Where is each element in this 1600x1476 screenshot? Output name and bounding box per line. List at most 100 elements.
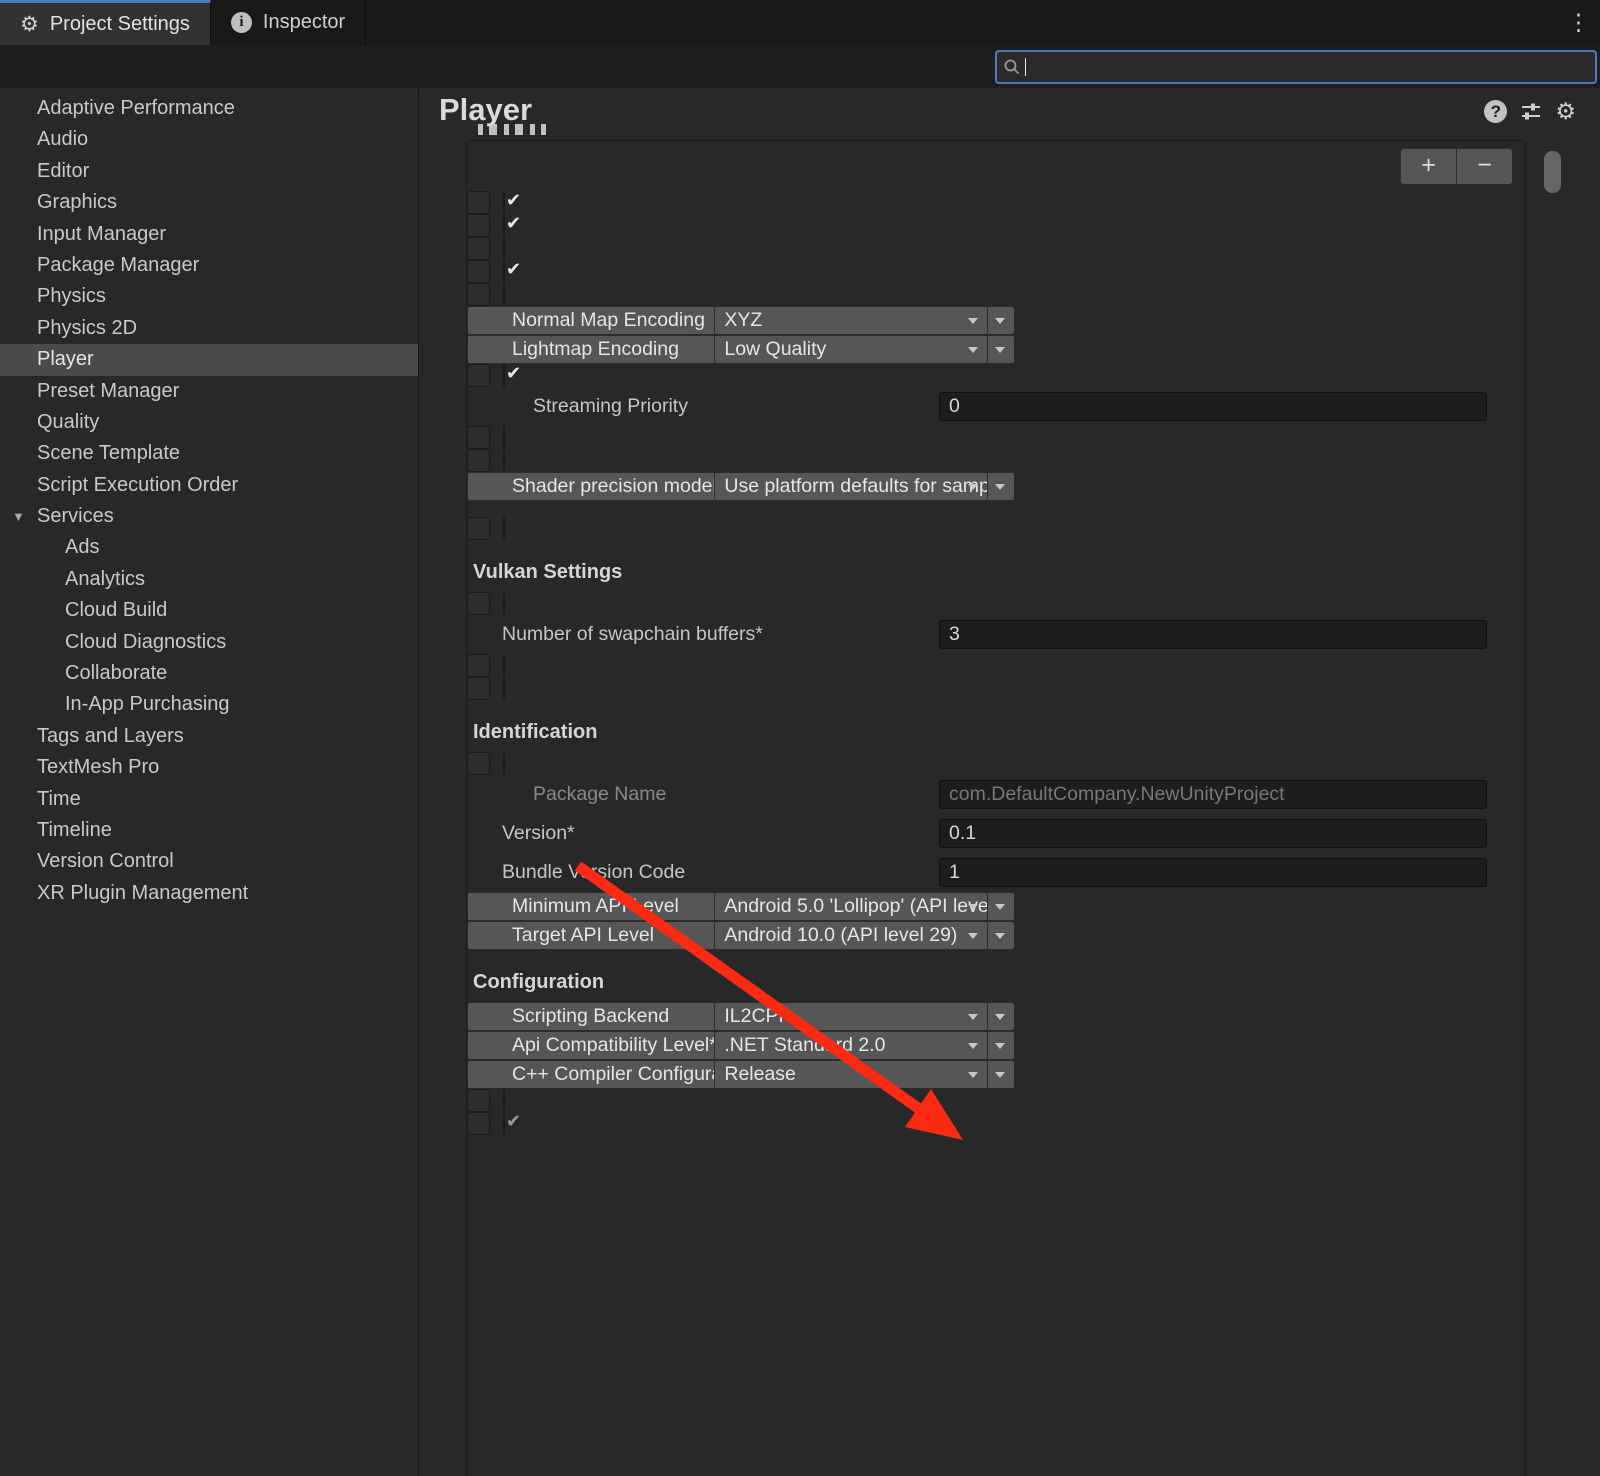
sidebar-item-graphics[interactable]: Graphics: [0, 187, 418, 218]
sidebar-item-version-control[interactable]: Version Control: [0, 846, 418, 877]
setting-row-bundle-version-code: Bundle Version Code1: [467, 853, 1525, 892]
section-configuration: Configuration: [467, 963, 1525, 1002]
checkbox-multithreaded-rendering[interactable]: [503, 191, 505, 214]
sidebar-item-audio[interactable]: Audio: [0, 124, 418, 155]
sidebar-item-timeline[interactable]: Timeline: [0, 815, 418, 846]
sidebar-item-label: Package Manager: [37, 254, 199, 276]
setting-row-srgb-write-mode: SRGB Write Mode*: [467, 592, 490, 615]
sidebar-item-collaborate[interactable]: Collaborate: [0, 658, 418, 689]
page-title: Player: [439, 92, 532, 128]
checkbox-virtual-texturing[interactable]: [503, 449, 505, 472]
input-number-of-swapchain-buffers[interactable]: 3: [939, 620, 1487, 649]
sidebar-item-physics-2d[interactable]: Physics 2D: [0, 313, 418, 344]
setting-row-package-name: Package Namecom.DefaultCompany.NewUnityP…: [467, 775, 1525, 814]
sidebar-item-package-manager[interactable]: Package Manager: [0, 250, 418, 281]
dropdown-api-compatibility-level[interactable]: .NET Standard 2.0: [714, 1031, 988, 1060]
presets-icon[interactable]: [1519, 99, 1543, 123]
sidebar-item-tags-and-layers[interactable]: Tags and Layers: [0, 721, 418, 752]
sidebar-item-analytics[interactable]: Analytics: [0, 564, 418, 595]
checkbox-assembly-version-validation[interactable]: [503, 1112, 505, 1135]
setting-label: Bundle Version Code: [502, 861, 939, 884]
dropdown-minimum-api-level[interactable]: Android 5.0 'Lollipop' (API level 21): [714, 892, 988, 921]
checkbox-frame-timing-stats[interactable]: [503, 426, 505, 449]
sidebar-item-script-execution-order[interactable]: Script Execution Order: [0, 470, 418, 501]
input-bundle-version-code[interactable]: 1: [939, 858, 1487, 887]
foldout-triangle-icon[interactable]: ▼: [12, 501, 25, 532]
player-settings-panel: Player ? ⚙ + − Multithreaded Rendering*S…: [420, 88, 1600, 1476]
gear-icon[interactable]: ⚙: [1555, 100, 1576, 123]
setting-row-target-api-level: Target API LevelAndroid 10.0 (API level …: [467, 921, 1015, 950]
dropdown-normal-map-encoding[interactable]: XYZ: [714, 306, 988, 335]
sidebar-item-label: Player: [37, 348, 94, 370]
sidebar-item-editor[interactable]: Editor: [0, 156, 418, 187]
setting-row-streaming-priority: Streaming Priority0: [467, 387, 1525, 426]
checkbox-graphics-jobs-experimental[interactable]: [503, 283, 505, 306]
sidebar-item-ads[interactable]: Ads: [0, 532, 418, 563]
tab-project-settings[interactable]: ⚙ Project Settings: [0, 0, 211, 45]
dropdown-c-compiler-configuration[interactable]: Release: [714, 1060, 988, 1089]
checkbox-360-stereo-capture[interactable]: [503, 517, 505, 540]
setting-label: Number of swapchain buffers*: [502, 623, 939, 646]
text-cursor: [1025, 58, 1026, 76]
checkbox-apply-display-rotation-during-rendering[interactable]: [503, 677, 505, 700]
sidebar-item-label: TextMesh Pro: [37, 756, 159, 778]
dropdown-scripting-backend[interactable]: IL2CPP: [714, 1002, 988, 1031]
sidebar-item-label: Ads: [65, 536, 99, 558]
setting-label: Scripting Backend: [512, 1003, 714, 1030]
sidebar-item-label: XR Plugin Management: [37, 882, 248, 904]
gear-icon: ⚙: [20, 12, 39, 37]
sidebar-item-cloud-diagnostics[interactable]: Cloud Diagnostics: [0, 627, 418, 658]
remove-button[interactable]: −: [1456, 148, 1513, 185]
kebab-menu-icon[interactable]: ⋮: [1557, 0, 1600, 45]
checkbox-srgb-write-mode[interactable]: [503, 592, 505, 615]
sidebar-item-input-manager[interactable]: Input Manager: [0, 219, 418, 250]
checkbox-static-batching[interactable]: [503, 214, 505, 237]
tab-label: Project Settings: [50, 13, 190, 36]
clipped-scrolled-text: [478, 124, 546, 135]
section-vulkan-settings: Vulkan Settings: [467, 553, 1525, 592]
dropdown-shader-precision-model[interactable]: Use platform defaults for sampler precis…: [714, 472, 988, 501]
setting-label: Normal Map Encoding: [512, 307, 714, 334]
checkbox-dynamic-batching[interactable]: [503, 237, 505, 260]
section-header: Vulkan Settings: [473, 561, 910, 584]
sidebar-item-quality[interactable]: Quality: [0, 407, 418, 438]
input-version[interactable]: 0.1: [939, 819, 1487, 848]
checkbox-compute-skinning[interactable]: [503, 260, 505, 283]
checkbox-override-default-package-name[interactable]: [503, 752, 505, 775]
checkbox-acquire-swapchain-image-late-as-possible[interactable]: [503, 654, 505, 677]
sidebar-item-adaptive-performance[interactable]: Adaptive Performance: [0, 93, 418, 124]
sidebar-item-services[interactable]: ▼Services: [0, 501, 418, 532]
help-icon[interactable]: ?: [1484, 100, 1507, 123]
add-button[interactable]: +: [1400, 148, 1456, 185]
sidebar-item-cloud-build[interactable]: Cloud Build: [0, 595, 418, 626]
search-input[interactable]: [995, 50, 1597, 84]
dropdown-target-api-level[interactable]: Android 10.0 (API level 29): [714, 921, 988, 950]
vertical-scrollbar-thumb[interactable]: [1544, 151, 1561, 193]
setting-label: C++ Compiler Configuration: [512, 1061, 714, 1088]
setting-row-minimum-api-level: Minimum API LevelAndroid 5.0 'Lollipop' …: [467, 892, 1015, 921]
sidebar-item-scene-template[interactable]: Scene Template: [0, 438, 418, 469]
sidebar-item-in-app-purchasing[interactable]: In-App Purchasing: [0, 689, 418, 720]
input-package-name[interactable]: com.DefaultCompany.NewUnityProject: [939, 780, 1487, 809]
sidebar-item-label: Version Control: [37, 850, 174, 872]
sidebar-item-time[interactable]: Time: [0, 784, 418, 815]
sidebar-item-textmesh-pro[interactable]: TextMesh Pro: [0, 752, 418, 783]
setting-row-graphics-jobs-experimental: Graphics Jobs (Experimental): [467, 283, 490, 306]
sidebar-item-label: Analytics: [65, 568, 145, 590]
sidebar-item-preset-manager[interactable]: Preset Manager: [0, 376, 418, 407]
checkbox-lightmap-streaming[interactable]: [503, 364, 505, 387]
checkbox-use-incremental-gc[interactable]: [503, 1089, 505, 1112]
setting-row-apply-display-rotation-during-rendering: Apply display rotation during rendering: [467, 677, 490, 700]
window-tabbar: ⚙ Project Settings i Inspector ⋮: [0, 0, 1600, 46]
setting-label: Minimum API Level: [512, 893, 714, 920]
sidebar-item-label: Editor: [37, 160, 89, 182]
sidebar-item-physics[interactable]: Physics: [0, 281, 418, 312]
input-streaming-priority[interactable]: 0: [939, 392, 1487, 421]
sidebar-item-player[interactable]: Player: [0, 344, 418, 375]
search-icon: [1003, 58, 1021, 76]
dropdown-lightmap-encoding[interactable]: Low Quality: [714, 335, 988, 364]
tab-inspector[interactable]: i Inspector: [211, 0, 366, 45]
sidebar-item-xr-plugin-management[interactable]: XR Plugin Management: [0, 878, 418, 909]
sidebar-item-label: Scene Template: [37, 442, 180, 464]
setting-row-lightmap-streaming: Lightmap Streaming: [467, 364, 490, 387]
